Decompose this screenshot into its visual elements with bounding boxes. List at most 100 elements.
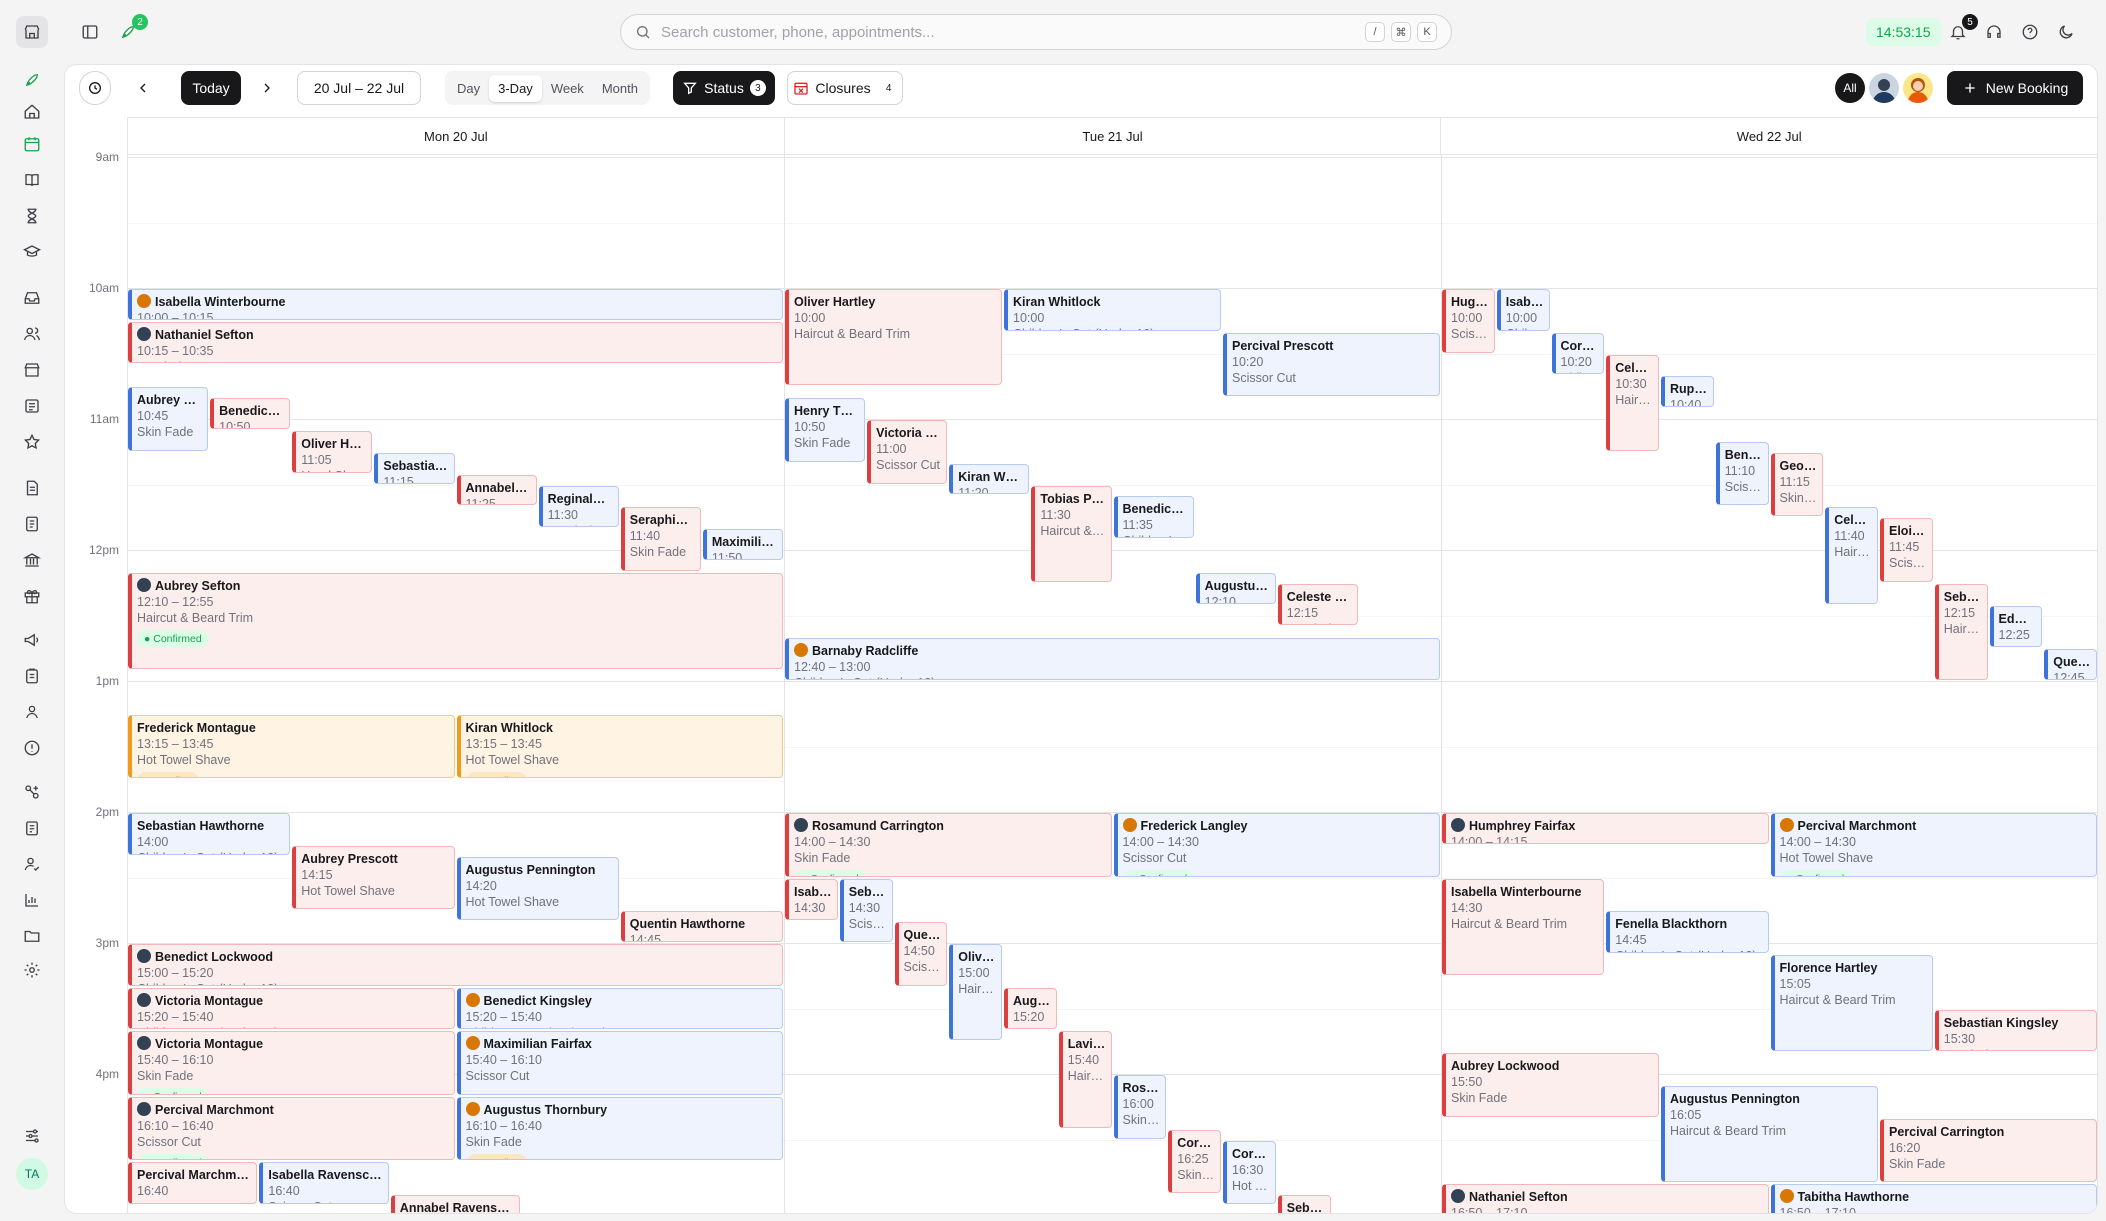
search-input[interactable] xyxy=(661,23,1359,41)
appointment-card[interactable]: Percival Carrington 16:20 Skin Fade xyxy=(1880,1118,2097,1183)
star-icon[interactable] xyxy=(20,430,44,454)
bar-chart-icon[interactable] xyxy=(20,888,44,912)
history-button[interactable] xyxy=(79,71,111,105)
users-icon[interactable] xyxy=(20,322,44,346)
view-week[interactable]: Week xyxy=(542,75,593,102)
appointment-card[interactable]: Isabella Winterbourne14:30Head Shave xyxy=(785,878,838,921)
rocket-nav-icon[interactable] xyxy=(20,68,44,92)
sidebar-toggle-icon[interactable] xyxy=(78,20,102,44)
appointment-card[interactable]: Rosalind Hartley 16:00 Skin Fade xyxy=(1113,1075,1167,1139)
appointment-card[interactable]: Sebastian Radcliffe12:15Haircut & Beard … xyxy=(1934,583,1988,680)
closures-button[interactable]: Closures 4 xyxy=(787,71,903,105)
appointment-card[interactable]: Oliver Hartley11:05Head Shave xyxy=(292,430,373,473)
appointment-card[interactable]: Henry Thornbury10:50Skin Fade xyxy=(785,398,866,462)
appointment-card[interactable]: Aubrey Lockwood 15:50 Skin Fade xyxy=(1442,1053,1659,1117)
appointment-card[interactable]: Maximilian Fairfax 15:40 – 16:10 Scissor C… xyxy=(456,1031,783,1095)
appointment-card[interactable]: Nathaniel Sefton 16:50 – 17:10 xyxy=(1442,1184,1769,1213)
megaphone-icon[interactable] xyxy=(20,628,44,652)
date-range-button[interactable]: 20 Jul – 22 Jul xyxy=(297,71,421,105)
appointment-card[interactable]: Maximilian Fairfax11:50 xyxy=(702,529,783,560)
appointment-card[interactable]: Benedict Lockwood 15:00 – 15:20Children's… xyxy=(128,944,783,986)
status-filter-button[interactable]: Status 3 xyxy=(673,71,775,105)
user-avatar[interactable]: TA xyxy=(16,1158,48,1190)
invoice-icon[interactable] xyxy=(20,512,44,536)
user-check-icon[interactable] xyxy=(20,852,44,876)
appointment-card[interactable]: Seraphina Blackthorn11:40Skin Fade xyxy=(620,507,701,571)
staff-avatar-2[interactable] xyxy=(1903,73,1933,103)
shop-logo-icon[interactable] xyxy=(16,16,48,48)
home-icon[interactable] xyxy=(20,100,44,124)
rocket-icon[interactable]: 2 xyxy=(116,14,148,44)
inbox-icon[interactable] xyxy=(20,286,44,310)
headset-icon[interactable] xyxy=(1982,20,2006,44)
bell-icon[interactable]: 5 xyxy=(1946,14,1978,44)
appointment-card[interactable]: Hugo Fairfax 10:00 Scissor Cut xyxy=(1442,289,1495,353)
staff-filter-all[interactable]: All xyxy=(1835,73,1865,103)
bank-icon[interactable] xyxy=(20,548,44,572)
appointment-card[interactable]: Isabella Ravenscroft16:40Scissor Cut xyxy=(259,1162,389,1204)
appointment-card[interactable]: Victoria Montague 11:00 Scissor Cut xyxy=(867,420,948,484)
appointment-card[interactable]: Oliver Hartley 15:00 Haircut & Beard Trim xyxy=(949,944,1002,1041)
appointment-card[interactable]: Annabel Ravenscroft xyxy=(390,1195,521,1213)
hourglass-icon[interactable] xyxy=(20,204,44,228)
appointment-card[interactable]: Isabella Winterbourne 14:30 Haircut & Bear… xyxy=(1442,878,1605,975)
appointment-card[interactable]: Cornelius Radcliffe10:20Children's Cut (… xyxy=(1551,332,1605,375)
appointment-card[interactable]: Percival Marchmont 16:10 – 16:40 Scissor C… xyxy=(128,1096,455,1161)
appointment-card[interactable]: Lavinia Ravenscroft15:40Haircut & Beard … xyxy=(1058,1031,1112,1128)
appointment-card[interactable]: Celeste Langley10:30Haircut & Beard Trim xyxy=(1606,354,1659,451)
document-icon[interactable] xyxy=(20,476,44,500)
appointment-card[interactable]: Benedict Kingsley10:50 xyxy=(210,398,291,429)
store-icon[interactable] xyxy=(20,358,44,382)
new-booking-button[interactable]: New Booking xyxy=(1947,71,2083,105)
appointment-card[interactable]: Fenella Blackthorn14:45Children's Cut (U… xyxy=(1606,911,1769,953)
appointment-card[interactable]: Annabel Ravenscroft11:25 xyxy=(456,474,537,506)
appointment-card[interactable]: Quentin Langley12:45 xyxy=(2044,649,2097,680)
settings-gear-icon[interactable] xyxy=(20,958,44,982)
folder-icon[interactable] xyxy=(20,924,44,948)
appointment-card[interactable]: Aubrey Lockwood10:45Skin Fade xyxy=(128,387,209,451)
appointment-card[interactable]: Kiran Whitlock 13:15 – 13:45 Hot Towel Sha… xyxy=(456,714,783,779)
next-button[interactable] xyxy=(251,71,283,105)
appointment-card[interactable]: Augustus Thornbury 16:10 – 16:40 Skin Fade… xyxy=(456,1096,783,1161)
dark-mode-icon[interactable] xyxy=(2054,20,2078,44)
appointment-card[interactable]: Barnaby Radcliffe12:40 – 13:00Children's… xyxy=(785,638,1440,680)
appointment-card[interactable]: Augustus Pennington12:10 xyxy=(1195,572,1276,604)
appointment-card[interactable]: Percival Prescott 10:20 Scissor Cut xyxy=(1223,332,1440,397)
appointment-card[interactable]: Frederick Langley 14:00 – 14:30 Scissor Cu… xyxy=(1113,813,1440,877)
appointment-card[interactable]: Oliver Hartley 10:00 Haircut & Beard Trim xyxy=(785,289,1002,386)
calendar-icon[interactable] xyxy=(20,132,44,156)
sliders-icon[interactable] xyxy=(20,1124,44,1148)
appointment-card[interactable]: Isabella Prescott 10:00Children's Cut (Un… xyxy=(1496,289,1550,331)
appointment-card[interactable]: Sebastian Kingsley15:30Head Shave xyxy=(1934,1009,2097,1052)
appointment-card[interactable]: Cornelius Montague16:30Hot Towel Shave xyxy=(1223,1140,1276,1204)
today-button[interactable]: Today xyxy=(181,71,241,105)
appointment-card[interactable]: Georgiana Lockwood11:15Skin Fade xyxy=(1770,452,1824,517)
appointment-card[interactable]: Rosamund Carrington 14:00 – 14:30 Skin Fad… xyxy=(785,813,1112,877)
appointment-card[interactable]: Kiran Whitlock 10:00Children's Cut (Under… xyxy=(1004,289,1221,331)
appointment-card[interactable]: Benedict Kingsley11:35Children's Cut (Un… xyxy=(1113,496,1194,539)
prev-button[interactable] xyxy=(127,71,159,105)
appointment-card[interactable]: Humphrey Fairfax 14:00 – 14:15 xyxy=(1442,813,1769,844)
appointment-card[interactable]: Augustus Pennington 14:20 Hot Towel Shave xyxy=(456,856,619,921)
search-bar[interactable]: / ⌘ K xyxy=(620,14,1452,50)
appointment-card[interactable]: Tabitha Hawthorne 16:50 – 17:10 xyxy=(1770,1184,2097,1213)
alert-circle-icon[interactable] xyxy=(20,736,44,760)
appointment-card[interactable]: Cornelius Whitlock16:25Skin Fade xyxy=(1168,1129,1221,1194)
appointment-card[interactable]: Florence Hartley 15:05 Haircut & Beard Tri… xyxy=(1770,954,1933,1052)
appointment-card[interactable]: Benedict Thornbury11:10Scissor Cut xyxy=(1715,441,1769,506)
appointment-card[interactable]: Benedict Kingsley15:20 – 15:40Children's… xyxy=(456,987,783,1030)
appointment-card[interactable]: Sebastian Hawthorne11:15 xyxy=(374,452,455,484)
help-icon[interactable] xyxy=(2018,20,2042,44)
appointment-card[interactable]: Victoria Montague15:40 – 16:10Skin Fade ●… xyxy=(128,1031,455,1095)
appointment-card[interactable]: Percival Marchmont 16:40 xyxy=(128,1162,258,1204)
staff-avatar-1[interactable] xyxy=(1869,73,1899,103)
reports-icon[interactable] xyxy=(20,816,44,840)
view-3-day[interactable]: 3-Day xyxy=(489,74,542,102)
appointment-card[interactable]: Sebastian Hawthorne 14:00Children's Cut (… xyxy=(128,813,291,855)
appointment-card[interactable]: Celeste Fairfax12:15Head Shave xyxy=(1277,583,1358,626)
appointment-card[interactable]: Victoria Montague15:20 – 15:40Children's… xyxy=(128,987,455,1030)
appointment-card[interactable]: Augustus Thornbury15:20Head Shave xyxy=(1004,987,1057,1030)
appointment-card[interactable]: Tobias Pennington11:30Haircut & Beard Tr… xyxy=(1031,485,1112,582)
gift-icon[interactable] xyxy=(20,584,44,608)
appointment-card[interactable]: Reginald Fairfax11:30Head Shave xyxy=(538,485,619,528)
